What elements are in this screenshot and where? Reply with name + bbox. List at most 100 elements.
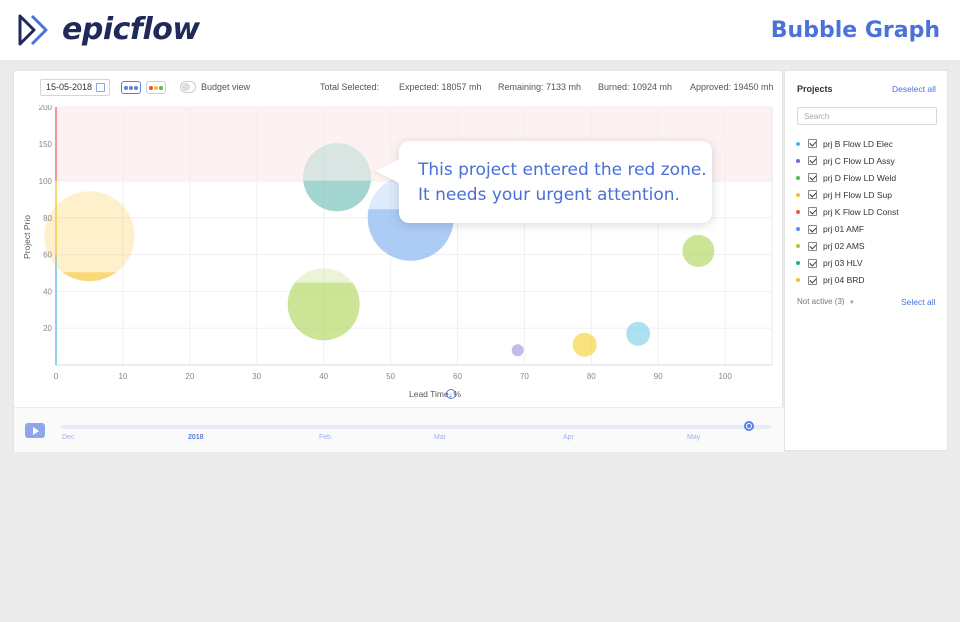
x-tick-label: 50 [386, 372, 395, 381]
timeline-track[interactable] [61, 425, 771, 429]
project-checkbox[interactable] [808, 156, 817, 166]
project-checkbox[interactable] [808, 275, 817, 285]
logo-text: epicflow [62, 12, 200, 47]
project-checkbox[interactable] [808, 139, 817, 149]
approved-stat: Approved: 19450 mh [690, 82, 774, 92]
project-list-item[interactable]: prj 04 BRD [795, 272, 945, 289]
y-tick-label: 150 [39, 140, 53, 149]
x-tick-label: 30 [252, 372, 261, 381]
project-list-item[interactable]: prj C Flow LD Assy [795, 152, 945, 169]
burned-stat: Burned: 10924 mh [598, 82, 673, 92]
project-list-item[interactable]: prj D Flow LD Weld [795, 169, 945, 186]
top-bar: epicflow Bubble Graph [0, 0, 960, 60]
project-bubble-progress [626, 321, 651, 346]
project-label: prj 02 AMS [823, 241, 865, 252]
date-picker[interactable]: 15-05-2018 [40, 79, 110, 96]
y-tick-label: 40 [43, 287, 52, 296]
project-list-item[interactable]: prj 02 AMS [795, 238, 945, 255]
x-tick-label: 60 [453, 372, 462, 381]
x-tick-label: 40 [319, 372, 328, 381]
timeline-handle[interactable] [743, 421, 754, 431]
chart-panel: 15-05-2018 Budget view Total Selected: E… [13, 70, 784, 452]
project-checkbox[interactable] [808, 190, 817, 200]
logo[interactable]: epicflow [18, 12, 200, 47]
dot-icon [129, 85, 133, 90]
project-list-item[interactable]: prj 03 HLV [795, 255, 945, 272]
timeline: Dec 2018 Feb Mar Apr May [14, 407, 784, 452]
project-bubble[interactable] [44, 191, 135, 282]
bubble-view-button[interactable] [121, 81, 141, 94]
y-tick-label: 200 [39, 105, 53, 112]
project-label: prj 03 HLV [823, 258, 863, 269]
project-color-dot [796, 244, 800, 249]
not-active-label: Not active (3) [797, 297, 845, 306]
deselect-all-link[interactable]: Deselect all [892, 84, 936, 94]
red-dot-icon [149, 85, 153, 90]
project-list: prj B Flow LD Elec prj C Flow LD Assy prj … [795, 135, 945, 289]
x-tick-label: 20 [185, 372, 194, 381]
budget-view-label: Budget view [201, 82, 251, 92]
traffic-light-view-button[interactable] [146, 81, 166, 94]
callout-line-2: It needs your urgent attention. [418, 185, 680, 205]
project-list-item[interactable]: prj H Flow LD Sup [795, 186, 945, 203]
dot-icon [124, 85, 128, 90]
chevron-down-icon: ▼ [848, 300, 855, 306]
total-selected-label: Total Selected: [320, 82, 380, 92]
yellow-dot-icon [154, 85, 158, 90]
project-bubble-progress [682, 234, 715, 267]
project-list-item[interactable]: prj K Flow LD Const [795, 203, 945, 220]
x-tick-label: 70 [520, 372, 529, 381]
project-checkbox[interactable] [808, 258, 817, 268]
y-tick-label: 100 [39, 177, 53, 186]
y-axis-title: Project Prio [22, 215, 32, 259]
project-bubble-progress [572, 332, 597, 357]
date-value: 15-05-2018 [46, 82, 93, 92]
play-icon[interactable] [25, 423, 45, 438]
green-dot-icon [159, 85, 163, 90]
project-color-dot [796, 278, 800, 283]
project-color-dot [796, 192, 800, 197]
x-tick-label: 80 [587, 372, 596, 381]
project-color-dot [796, 158, 800, 163]
budget-view-toggle[interactable] [180, 81, 196, 93]
timeline-label: Feb [319, 434, 332, 441]
x-tick-label: 90 [654, 372, 663, 381]
select-all-link[interactable]: Select all [901, 297, 936, 307]
page-title: Bubble Graph [770, 18, 940, 43]
y-tick-label: 20 [43, 324, 52, 333]
x-tick-label: 10 [118, 372, 127, 381]
project-label: prj H Flow LD Sup [823, 189, 892, 200]
info-icon-glyph: i [450, 392, 451, 399]
project-label: prj 01 AMF [823, 224, 865, 235]
timeline-label: Apr [563, 434, 574, 441]
projects-title: Projects [797, 84, 833, 94]
logo-icon [18, 14, 48, 45]
callout-line-1: This project entered the red zone. [418, 160, 707, 180]
timeline-label: Dec [62, 434, 75, 441]
y-tick-label: 60 [43, 251, 52, 260]
project-checkbox[interactable] [808, 224, 817, 234]
project-label: prj B Flow LD Elec [823, 138, 893, 149]
project-checkbox[interactable] [808, 241, 817, 251]
project-color-dot [796, 261, 800, 266]
project-color-dot [796, 141, 800, 146]
remaining-stat: Remaining: 7133 mh [498, 82, 582, 92]
search-input[interactable] [797, 107, 937, 125]
project-list-item[interactable]: prj 01 AMF [795, 220, 945, 237]
x-tick-label: 100 [718, 372, 732, 381]
project-bubble-progress [511, 344, 524, 357]
red-zone-callout: This project entered the red zone. It ne… [399, 141, 712, 223]
dot-icon [134, 85, 138, 90]
project-checkbox[interactable] [808, 173, 817, 183]
project-label: prj K Flow LD Const [823, 206, 899, 217]
project-label: prj C Flow LD Assy [823, 155, 895, 166]
project-checkbox[interactable] [808, 207, 817, 217]
project-list-item[interactable]: prj B Flow LD Elec [795, 135, 945, 152]
timeline-label: 2018 [188, 434, 204, 441]
y-tick-label: 80 [43, 214, 52, 223]
project-color-dot [796, 209, 800, 214]
calendar-icon [96, 83, 105, 92]
not-active-dropdown[interactable]: Not active (3) ▼ [797, 297, 855, 306]
chart-toolbar: 15-05-2018 Budget view Total Selected: E… [14, 71, 784, 105]
x-tick-label: 0 [54, 372, 59, 381]
